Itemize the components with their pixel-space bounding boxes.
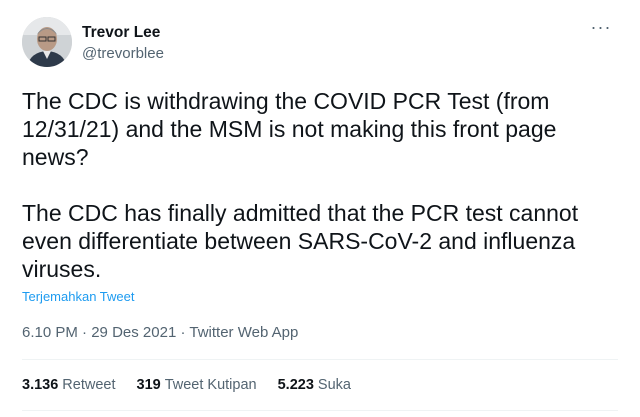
tweet-time[interactable]: 6.10 PM bbox=[22, 324, 78, 341]
retweet-count[interactable]: 3.136 Retweet bbox=[22, 375, 116, 395]
stat-value: 3.136 bbox=[22, 377, 59, 393]
tweet-date[interactable]: 29 Des 2021 bbox=[91, 324, 176, 341]
tweet-meta: 6.10 PM · 29 Des 2021 · Twitter Web App bbox=[22, 323, 298, 343]
tweet-card: Trevor Lee @trevorblee ··· The CDC is wi… bbox=[0, 0, 640, 417]
tweet-header: Trevor Lee @trevorblee ··· bbox=[22, 17, 618, 73]
divider bbox=[22, 410, 618, 411]
stat-value: 5.223 bbox=[277, 377, 314, 393]
ellipsis-icon[interactable]: ··· bbox=[586, 18, 616, 41]
user-names: Trevor Lee @trevorblee bbox=[82, 23, 164, 64]
translate-tweet-link[interactable]: Terjemahkan Tweet bbox=[22, 289, 135, 304]
stat-label: Suka bbox=[317, 377, 351, 393]
avatar[interactable] bbox=[22, 17, 72, 67]
stat-value: 319 bbox=[136, 377, 161, 393]
stat-label: Tweet Kutipan bbox=[164, 377, 257, 393]
stat-label: Retweet bbox=[62, 377, 116, 393]
quote-tweet-count[interactable]: 319 Tweet Kutipan bbox=[137, 375, 257, 395]
tweet-source[interactable]: Twitter Web App bbox=[189, 324, 298, 341]
user-avatar-photo-icon bbox=[22, 17, 72, 67]
tweet-text: The CDC is withdrawing the COVID PCR Tes… bbox=[22, 88, 579, 282]
tweet-stats: 3.136 Retweet 319 Tweet Kutipan 5.223 Suka bbox=[22, 375, 351, 395]
like-count[interactable]: 5.223 Suka bbox=[278, 375, 351, 395]
user-handle[interactable]: @trevorblee bbox=[82, 44, 164, 64]
divider bbox=[22, 359, 618, 360]
display-name[interactable]: Trevor Lee bbox=[82, 23, 164, 43]
meta-separator: · bbox=[82, 324, 88, 341]
meta-separator: · bbox=[180, 324, 186, 341]
